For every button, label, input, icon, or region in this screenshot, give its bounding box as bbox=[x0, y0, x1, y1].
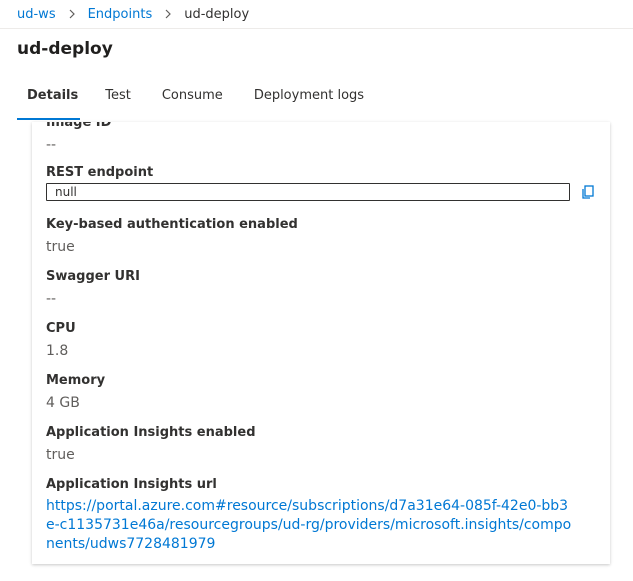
field-cpu: CPU 1.8 bbox=[46, 321, 596, 360]
chevron-right-icon bbox=[164, 9, 172, 19]
field-label: CPU bbox=[46, 321, 76, 336]
field-value: true bbox=[46, 239, 75, 255]
copy-icon[interactable] bbox=[580, 184, 596, 200]
field-label: Image ID bbox=[46, 122, 112, 130]
rest-endpoint-field[interactable] bbox=[46, 183, 570, 201]
field-value: 1.8 bbox=[46, 343, 69, 359]
tab-details[interactable]: Details bbox=[17, 88, 81, 120]
field-swagger-uri: Swagger URI -- bbox=[46, 269, 596, 308]
field-value: -- bbox=[46, 137, 57, 153]
field-value: -- bbox=[46, 291, 57, 307]
field-label: REST endpoint bbox=[46, 165, 154, 180]
tab-test[interactable]: Test bbox=[95, 88, 131, 120]
breadcrumb-current: ud-deploy bbox=[184, 6, 250, 22]
field-rest-endpoint: REST endpoint bbox=[46, 165, 596, 201]
tab-deployment-logs[interactable]: Deployment logs bbox=[244, 88, 364, 120]
tab-bar: Details Test Consume Deployment logs bbox=[17, 88, 385, 120]
field-label: Application Insights enabled bbox=[46, 425, 256, 440]
endpoint-row bbox=[46, 183, 596, 201]
page-title: ud-deploy bbox=[17, 39, 113, 59]
field-value: true bbox=[46, 447, 75, 463]
field-value: 4 GB bbox=[46, 395, 80, 411]
field-memory: Memory 4 GB bbox=[46, 373, 596, 412]
field-label: Key-based authentication enabled bbox=[46, 217, 298, 232]
insights-url-link[interactable]: https://portal.azure.com#resource/subscr… bbox=[46, 497, 576, 554]
field-label: Swagger URI bbox=[46, 269, 140, 284]
field-key-auth: Key-based authentication enabled true bbox=[46, 217, 596, 256]
tab-consume[interactable]: Consume bbox=[152, 88, 223, 120]
breadcrumb: ud-ws Endpoints ud-deploy bbox=[0, 0, 633, 29]
breadcrumb-endpoints-link[interactable]: Endpoints bbox=[88, 7, 153, 22]
breadcrumb-workspace-link[interactable]: ud-ws bbox=[17, 7, 56, 22]
field-label: Application Insights url bbox=[46, 477, 217, 492]
field-label: Memory bbox=[46, 373, 106, 388]
field-image-id: Image ID -- bbox=[46, 122, 596, 154]
field-insights-enabled: Application Insights enabled true bbox=[46, 425, 596, 464]
field-insights-url: Application Insights url https://portal.… bbox=[46, 477, 596, 554]
details-card[interactable]: Image ID -- REST endpoint Key-based auth… bbox=[32, 122, 610, 564]
chevron-right-icon bbox=[68, 9, 76, 19]
